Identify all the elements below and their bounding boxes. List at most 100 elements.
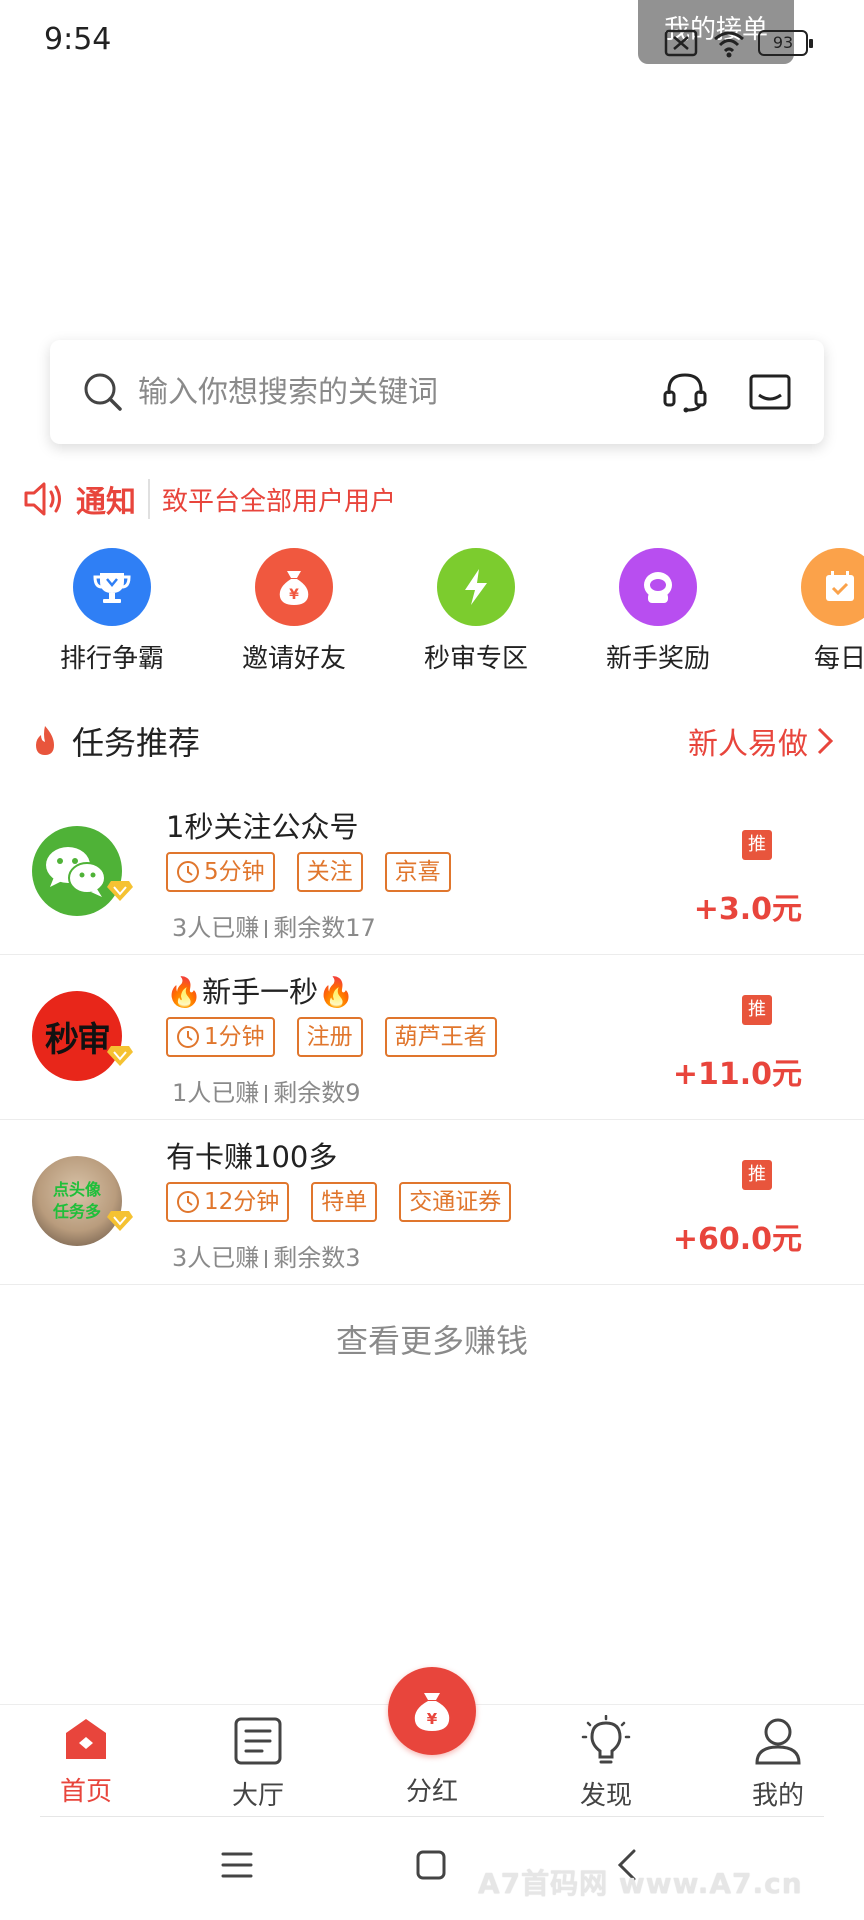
diamond-badge-icon xyxy=(107,881,133,901)
section-header: 任务推荐 新人易做 xyxy=(30,716,834,766)
task-tag: 葫芦王者 xyxy=(384,1017,497,1057)
search-input[interactable] xyxy=(138,374,662,410)
menu-icon[interactable] xyxy=(220,1848,254,1882)
wifi-icon xyxy=(714,31,744,58)
task-tag: 关注 xyxy=(296,852,363,892)
meta-separator xyxy=(265,1085,268,1103)
mascot-icon xyxy=(619,548,697,626)
nav-label: 首页 xyxy=(59,1777,112,1807)
tag-text: 1分钟 xyxy=(204,1024,265,1050)
avatar-text: 点头像 任务多 xyxy=(52,1180,101,1221)
meta-separator xyxy=(265,920,268,938)
search-icon xyxy=(84,373,122,411)
nav-home[interactable]: 首页 xyxy=(26,1715,146,1808)
status-bar: 9:54 我的接单 93 xyxy=(0,0,864,84)
newbie-easy-link[interactable]: 新人易做 xyxy=(688,719,834,763)
task-row[interactable]: 点头像 任务多 有卡赚100多 12分钟 特单 交通证券 3人已赚 剩余数3 推 … xyxy=(0,1120,864,1285)
avatar: 秒审 xyxy=(32,991,133,1081)
task-tag: 交通证券 xyxy=(399,1182,512,1222)
task-meta: 1人已赚 剩余数9 xyxy=(172,1073,361,1108)
task-meta: 3人已赚 剩余数17 xyxy=(172,908,376,943)
view-more-button[interactable]: 查看更多赚钱 xyxy=(0,1316,864,1362)
task-list: 1秒关注公众号 5分钟 关注 京喜 3人已赚 剩余数17 推 +3.0元 秒审 🔥… xyxy=(0,790,864,1285)
nav-dividend-button[interactable]: ¥ xyxy=(388,1667,476,1755)
home-square-icon[interactable] xyxy=(414,1848,448,1882)
task-title: 1秒关注公众号 xyxy=(166,810,359,844)
task-title: 有卡赚100多 xyxy=(166,1140,338,1174)
quick-action-daily[interactable]: 每日 xyxy=(760,548,864,675)
wechat-icon xyxy=(46,847,106,897)
newbie-easy-label: 新人易做 xyxy=(688,727,808,762)
status-time: 9:54 xyxy=(44,22,112,57)
nav-label: 发现 xyxy=(579,1781,632,1811)
task-earned: 3人已赚 xyxy=(172,1244,260,1272)
task-remaining: 剩余数9 xyxy=(273,1079,361,1107)
bottom-nav: 首页 大厅 ¥ 分红 发现 我的 xyxy=(0,1667,864,1816)
task-reward: +3.0元 xyxy=(693,892,802,927)
list-icon xyxy=(234,1717,282,1765)
clock-icon xyxy=(177,1026,199,1048)
quick-action-label: 邀请好友 xyxy=(241,644,346,674)
nav-mine[interactable]: 我的 xyxy=(718,1715,838,1812)
clock-icon xyxy=(177,1191,199,1213)
notice-divider xyxy=(148,479,150,519)
task-row[interactable]: 1秒关注公众号 5分钟 关注 京喜 3人已赚 剩余数17 推 +3.0元 xyxy=(0,790,864,955)
nav-label: 分红 xyxy=(405,1777,458,1807)
quick-action-fast-review[interactable]: 秒审专区 xyxy=(396,548,556,675)
recommend-badge: 推 xyxy=(742,1160,772,1190)
lightning-icon xyxy=(437,548,515,626)
quick-action-label: 排行争霸 xyxy=(59,644,164,674)
quick-actions: 排行争霸 ¥ 邀请好友 秒审专区 新手奖励 每日 xyxy=(0,548,864,678)
home-icon xyxy=(66,1719,106,1759)
meta-separator xyxy=(265,1250,268,1268)
task-tags: 5分钟 关注 京喜 xyxy=(166,852,451,892)
tag-text: 5分钟 xyxy=(204,859,265,885)
nav-hall[interactable]: 大厅 xyxy=(198,1715,318,1812)
task-reward: +11.0元 xyxy=(672,1057,802,1092)
trophy-icon xyxy=(73,548,151,626)
flame-icon xyxy=(36,726,54,755)
section-title: 任务推荐 xyxy=(72,724,201,762)
money-bag-icon: ¥ xyxy=(414,1693,450,1731)
chevron-right-icon xyxy=(817,727,834,755)
search-bar[interactable] xyxy=(50,340,824,444)
quick-action-label: 秒审专区 xyxy=(423,644,528,674)
nav-divider xyxy=(40,1816,824,1817)
task-tag: 京喜 xyxy=(384,852,451,892)
inbox-icon[interactable] xyxy=(748,373,792,411)
headset-icon[interactable] xyxy=(662,370,708,414)
quick-action-newbie-reward[interactable]: 新手奖励 xyxy=(578,548,738,675)
recommend-badge: 推 xyxy=(742,830,772,860)
nav-discover[interactable]: 发现 xyxy=(546,1714,666,1812)
quick-action-label: 每日 xyxy=(813,644,864,674)
sim-off-icon xyxy=(664,29,698,57)
task-tag-duration: 12分钟 xyxy=(166,1182,290,1222)
speaker-icon xyxy=(24,482,61,516)
task-tag-duration: 5分钟 xyxy=(166,852,275,892)
recommend-badge: 推 xyxy=(742,995,772,1025)
notice-bar[interactable]: 通知 致平台全部用户用户 xyxy=(22,474,396,524)
task-tag: 特单 xyxy=(311,1182,378,1222)
user-icon xyxy=(755,1718,801,1765)
nav-label: 大厅 xyxy=(231,1781,284,1811)
calendar-icon xyxy=(801,548,864,626)
task-reward: +60.0元 xyxy=(672,1222,802,1257)
svg-text:¥: ¥ xyxy=(427,1710,438,1728)
task-tag: 注册 xyxy=(296,1017,363,1057)
task-earned: 1人已赚 xyxy=(172,1079,260,1107)
quick-action-invite[interactable]: ¥ 邀请好友 xyxy=(214,548,374,675)
nav-label: 我的 xyxy=(751,1781,804,1811)
nav-dividend[interactable]: 分红 xyxy=(372,1771,492,1808)
quick-action-ranking[interactable]: 排行争霸 xyxy=(32,548,192,675)
task-row[interactable]: 秒审 🔥新手一秒🔥 1分钟 注册 葫芦王者 1人已赚 剩余数9 推 +11.0元 xyxy=(0,955,864,1120)
avatar-text: 秒审 xyxy=(45,1019,111,1060)
quick-action-label: 新手奖励 xyxy=(605,644,710,674)
avatar: 点头像 任务多 xyxy=(32,1156,133,1246)
avatar xyxy=(32,826,133,916)
notice-title: 通知 xyxy=(76,485,136,520)
task-remaining: 剩余数3 xyxy=(273,1244,361,1272)
task-tags: 12分钟 特单 交通证券 xyxy=(166,1182,512,1222)
task-title: 🔥新手一秒🔥 xyxy=(166,975,355,1009)
diamond-badge-icon xyxy=(107,1211,133,1231)
svg-text:¥: ¥ xyxy=(289,587,299,603)
